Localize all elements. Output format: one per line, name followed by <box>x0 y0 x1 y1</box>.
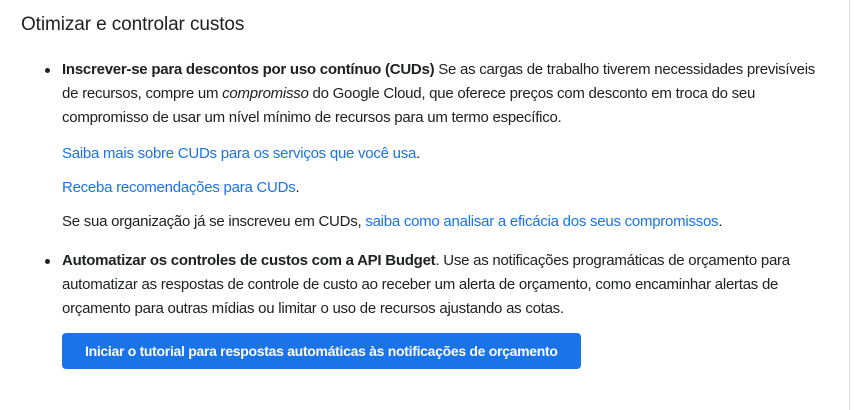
period: . <box>416 145 421 162</box>
budget-description: Automatizar os controles de custos com a… <box>62 249 822 321</box>
cuds-heading: Inscrever-se para descontos por uso cont… <box>62 61 435 78</box>
cuds-italic: compromisso <box>222 85 309 102</box>
list-item-budget-api: Automatizar os controles de custos com a… <box>45 249 822 369</box>
section-title: Otimizar e controlar custos <box>21 14 245 35</box>
period: . <box>295 179 300 196</box>
start-tutorial-button[interactable]: Iniciar o tutorial para respostas automá… <box>62 333 581 369</box>
org-text: Se sua organização já se inscreveu em CU… <box>62 213 366 230</box>
analyze-commitments-link[interactable]: saiba como analisar a eficácia dos seus … <box>365 213 718 230</box>
recommendations-list: Inscrever-se para descontos por uso cont… <box>0 58 822 369</box>
period: . <box>718 213 723 230</box>
list-item-cuds: Inscrever-se para descontos por uso cont… <box>45 58 822 234</box>
budget-heading: Automatizar os controles de custos com a… <box>62 252 436 269</box>
cud-recommendations-link[interactable]: Receba recomendações para CUDs <box>62 179 296 196</box>
optimize-costs-card: Otimizar e controlar custos Inscrever-se… <box>0 0 850 410</box>
cuds-description: Inscrever-se para descontos por uso cont… <box>62 58 822 130</box>
learn-cuds-link[interactable]: Saiba mais sobre CUDs para os serviços q… <box>62 145 416 162</box>
